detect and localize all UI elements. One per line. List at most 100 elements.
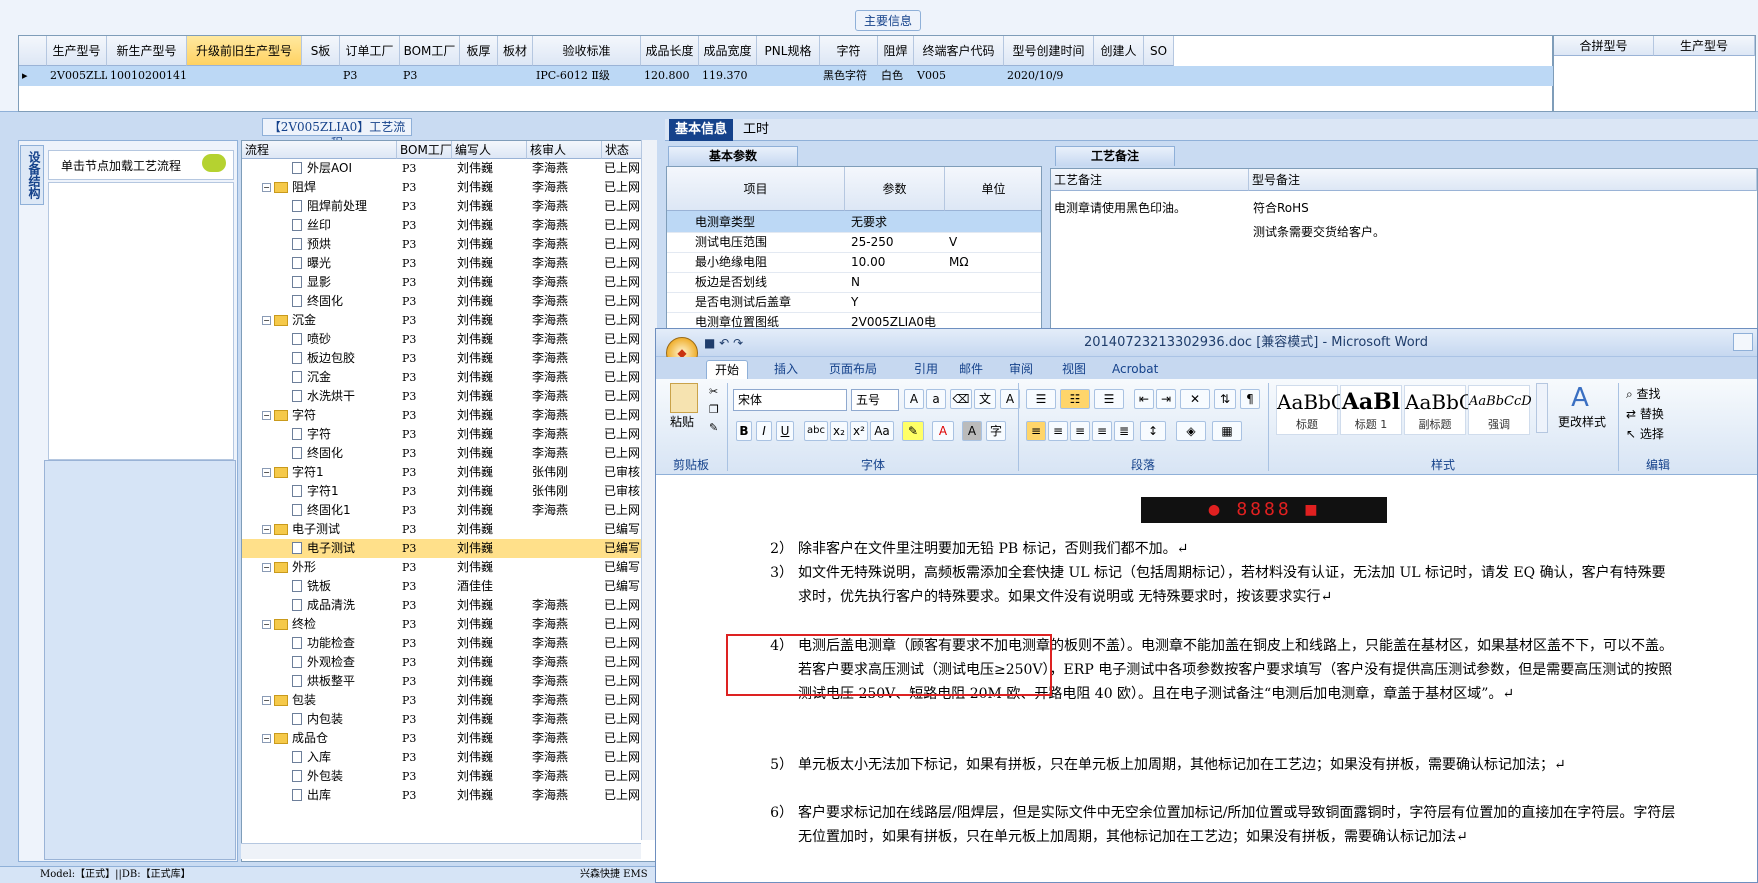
ribbon-tab-layout[interactable]: 页面布局: [821, 360, 885, 379]
main-row-cell[interactable]: 白色: [878, 66, 914, 86]
italic-icon[interactable]: I: [756, 421, 772, 441]
document-paragraph[interactable]: 3） 如文件无特殊说明，高频板需添加全套快捷 UL 标记（包括周期标记），若材料没…: [770, 561, 1678, 609]
production-model-header[interactable]: 生产型号: [1654, 36, 1755, 56]
tree-row[interactable]: − 外形 P3 刘伟巍 已编写: [242, 558, 642, 577]
tree-row[interactable]: 水洗烘干 P3 刘伟巍 李海燕 已上网: [242, 387, 642, 406]
main-header-col[interactable]: 生产型号: [47, 36, 107, 66]
main-header-col[interactable]: BOM工厂: [400, 36, 460, 66]
document-paragraph[interactable]: 6） 客户要求标记加在线路层/阻焊层，但是实际文件中无空余位置加标记/所加位置或导…: [770, 801, 1678, 849]
ribbon-tab-view[interactable]: 视图: [1054, 360, 1094, 379]
main-header-col[interactable]: SO: [1144, 36, 1174, 66]
collapse-icon[interactable]: −: [262, 411, 271, 420]
main-row-cell[interactable]: P3: [340, 66, 400, 86]
tree-row[interactable]: 沉金 P3 刘伟巍 李海燕 已上网: [242, 368, 642, 387]
tree-row[interactable]: 终固化 P3 刘伟巍 李海燕 已上网: [242, 444, 642, 463]
ribbon-tab-references[interactable]: 引用: [906, 360, 946, 379]
main-header-col[interactable]: S板: [302, 36, 340, 66]
tree-row[interactable]: 烘板整平 P3 刘伟巍 李海燕 已上网: [242, 672, 642, 691]
tree-row[interactable]: 阻焊前处理 P3 刘伟巍 李海燕 已上网: [242, 197, 642, 216]
quick-access-toolbar[interactable]: ■ ↶ ↷: [704, 333, 784, 353]
process-note-text[interactable]: 电测章请使用黑色印油。: [1054, 199, 1186, 216]
param-row[interactable]: 测试电压范围 25-250 V: [667, 231, 1041, 253]
collapse-icon[interactable]: −: [262, 468, 271, 477]
subscript-icon[interactable]: x₂: [830, 421, 848, 441]
basic-header-item[interactable]: 项目: [667, 167, 845, 211]
tree-row[interactable]: 电子测试 P3 刘伟巍 已编写: [242, 539, 642, 558]
tree-horizontal-scrollbar[interactable]: [241, 843, 641, 859]
basic-header-unit[interactable]: 单位: [945, 167, 1041, 211]
collapse-icon[interactable]: −: [262, 563, 271, 572]
format-painter-icon[interactable]: ✎: [709, 421, 718, 434]
tab-work-hours[interactable]: 工时: [737, 119, 775, 141]
tree-row[interactable]: 板边包胶 P3 刘伟巍 李海燕 已上网: [242, 349, 642, 368]
cut-icon[interactable]: ✂: [709, 385, 718, 398]
tree-row[interactable]: 铣板 P3 酒佳佳 已编写: [242, 577, 642, 596]
tree-row[interactable]: − 成品仓 P3 刘伟巍 李海燕 已上网: [242, 729, 642, 748]
grow-font-icon[interactable]: A: [904, 389, 924, 409]
tree-header-reviewer[interactable]: 核审人: [527, 141, 602, 159]
tree-header-flow[interactable]: 流程: [242, 141, 397, 159]
tree-row[interactable]: 终固化1 P3 刘伟巍 李海燕 已上网: [242, 501, 642, 520]
multilevel-list-icon[interactable]: ☰: [1094, 389, 1124, 409]
underline-icon[interactable]: U: [776, 421, 794, 441]
distributed-icon[interactable]: ≣: [1114, 421, 1134, 441]
model-note-line-2[interactable]: 测试条需要交货给客户。: [1253, 223, 1385, 240]
main-row-cell[interactable]: [757, 66, 820, 86]
param-row[interactable]: 电测章类型 无要求: [667, 211, 1041, 233]
justify-icon[interactable]: ≡: [1092, 421, 1112, 441]
ribbon-tab-insert[interactable]: 插入: [766, 360, 806, 379]
main-header-col[interactable]: 阻焊: [878, 36, 914, 66]
tree-row[interactable]: 显影 P3 刘伟巍 李海燕 已上网: [242, 273, 642, 292]
main-row-cell[interactable]: [1094, 66, 1144, 86]
tree-row[interactable]: 字符 P3 刘伟巍 李海燕 已上网: [242, 425, 642, 444]
font-size-combo[interactable]: 五号: [851, 389, 899, 411]
main-header-col[interactable]: 新生产型号: [107, 36, 187, 66]
tree-row[interactable]: − 阻焊 P3 刘伟巍 李海燕 已上网: [242, 178, 642, 197]
param-row[interactable]: 板边是否划线 N: [667, 271, 1041, 293]
chinese-layout-icon[interactable]: ✕: [1180, 389, 1210, 409]
collapse-icon[interactable]: −: [262, 734, 271, 743]
notes-header-model[interactable]: 型号备注: [1249, 169, 1757, 191]
main-header-col[interactable]: 板厚: [460, 36, 498, 66]
param-row[interactable]: 最小绝缘电阻 10.00 MΩ: [667, 251, 1041, 273]
strikethrough-icon[interactable]: abc: [804, 421, 828, 441]
main-header-col[interactable]: 成品长度: [641, 36, 699, 66]
tree-header-status[interactable]: 状态: [602, 141, 642, 159]
align-center-icon[interactable]: ≡: [1048, 421, 1068, 441]
tree-row[interactable]: − 字符1 P3 刘伟巍 张伟刚 已审核: [242, 463, 642, 482]
main-row-cell[interactable]: IPC-6012 Ⅱ级: [533, 66, 641, 86]
borders-icon[interactable]: ▦: [1212, 421, 1242, 441]
tree-header-bom[interactable]: BOM工厂: [397, 141, 452, 159]
main-header-col[interactable]: 成品宽度: [699, 36, 757, 66]
char-border-icon[interactable]: A: [1000, 389, 1020, 409]
shrink-font-icon[interactable]: a: [926, 389, 946, 409]
style-heading-1[interactable]: AaBl 标题 1: [1340, 385, 1402, 435]
decrease-indent-icon[interactable]: ⇤: [1134, 389, 1154, 409]
tree-row[interactable]: 外包装 P3 刘伟巍 李海燕 已上网: [242, 767, 642, 786]
superscript-icon[interactable]: x²: [850, 421, 868, 441]
change-styles-label[interactable]: 更改样式: [1554, 413, 1610, 430]
main-row-cell[interactable]: P3: [400, 66, 460, 86]
tree-row[interactable]: 字符1 P3 刘伟巍 张伟刚 已审核: [242, 482, 642, 501]
sort-icon[interactable]: ⇅: [1214, 389, 1236, 409]
main-row-cell[interactable]: [460, 66, 498, 86]
main-header-col[interactable]: 板材: [498, 36, 533, 66]
basic-header-param[interactable]: 参数: [845, 167, 945, 211]
replace-button[interactable]: ⇄ 替换: [1626, 405, 1664, 422]
ribbon-tab-mailings[interactable]: 邮件: [951, 360, 991, 379]
main-row-cell[interactable]: 2020/10/9: [1004, 66, 1094, 86]
tree-row[interactable]: 成品清洗 P3 刘伟巍 李海燕 已上网: [242, 596, 642, 615]
align-left-icon[interactable]: ≡: [1026, 421, 1046, 441]
tree-row[interactable]: 终固化 P3 刘伟巍 李海燕 已上网: [242, 292, 642, 311]
tree-row[interactable]: − 包装 P3 刘伟巍 李海燕 已上网: [242, 691, 642, 710]
tree-row[interactable]: 功能检查 P3 刘伟巍 李海燕 已上网: [242, 634, 642, 653]
minimize-button[interactable]: [1733, 333, 1753, 351]
tree-row[interactable]: − 终检 P3 刘伟巍 李海燕 已上网: [242, 615, 642, 634]
tree-row[interactable]: − 字符 P3 刘伟巍 李海燕 已上网: [242, 406, 642, 425]
paste-label[interactable]: 粘贴: [670, 413, 694, 430]
device-structure-tab[interactable]: 设备结构: [20, 145, 44, 205]
tree-row[interactable]: 外观检查 P3 刘伟巍 李海燕 已上网: [242, 653, 642, 672]
tree-row[interactable]: 曝光 P3 刘伟巍 李海燕 已上网: [242, 254, 642, 273]
tree-row[interactable]: 喷砂 P3 刘伟巍 李海燕 已上网: [242, 330, 642, 349]
main-header-col[interactable]: 创建人: [1094, 36, 1144, 66]
